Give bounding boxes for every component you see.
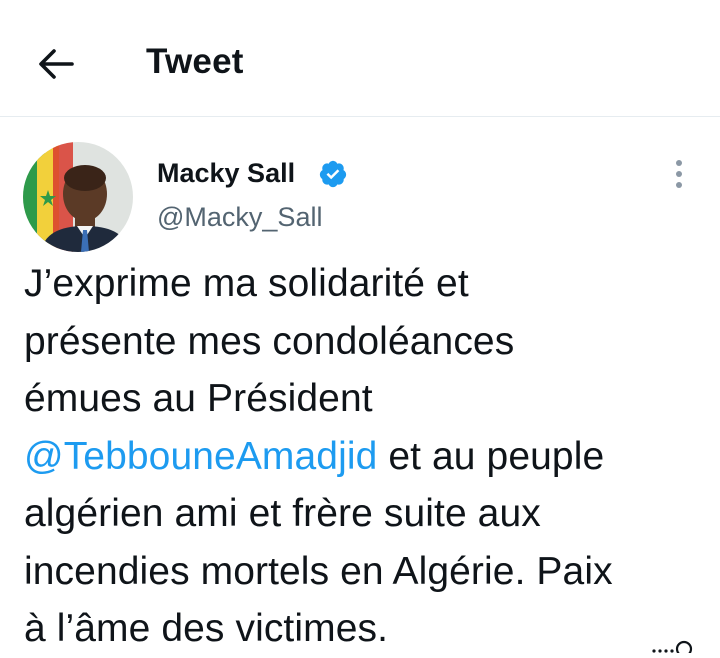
author-handle[interactable]: @Macky_Sall — [157, 200, 322, 234]
corner-badge-icon — [652, 640, 693, 653]
dot — [676, 160, 682, 166]
verified-badge-icon — [319, 160, 347, 188]
top-app-bar: Tweet — [0, 0, 720, 117]
tweet-line: @TebbouneAmadjid et au peuple — [24, 428, 714, 486]
tweet-line: à l’âme des victimes. — [24, 607, 389, 650]
tweet-line: algérien ami et frère suite aux — [24, 492, 541, 535]
back-button[interactable] — [30, 38, 82, 90]
author-name[interactable]: Macky Sall — [157, 156, 295, 190]
arrow-left-icon — [39, 49, 74, 79]
mention-link[interactable]: @TebbouneAmadjid — [24, 435, 377, 478]
tweet-line: incendies mortels en Algérie. Paix — [24, 549, 613, 593]
avatar[interactable] — [23, 142, 133, 252]
tweet-line: émues au Président — [24, 377, 373, 420]
dot — [676, 171, 682, 177]
more-options-button[interactable] — [664, 156, 694, 192]
tweet-line: J’exprime ma solidarité et — [24, 262, 469, 305]
tweet-line-text: et au peuple — [377, 434, 605, 478]
profile-photo — [23, 142, 133, 252]
dot — [676, 182, 682, 188]
tweet-text: J’exprime ma solidarité et présente mes … — [24, 255, 714, 658]
page-title: Tweet — [146, 42, 244, 81]
tweet-line: présente mes condoléances — [24, 319, 515, 363]
